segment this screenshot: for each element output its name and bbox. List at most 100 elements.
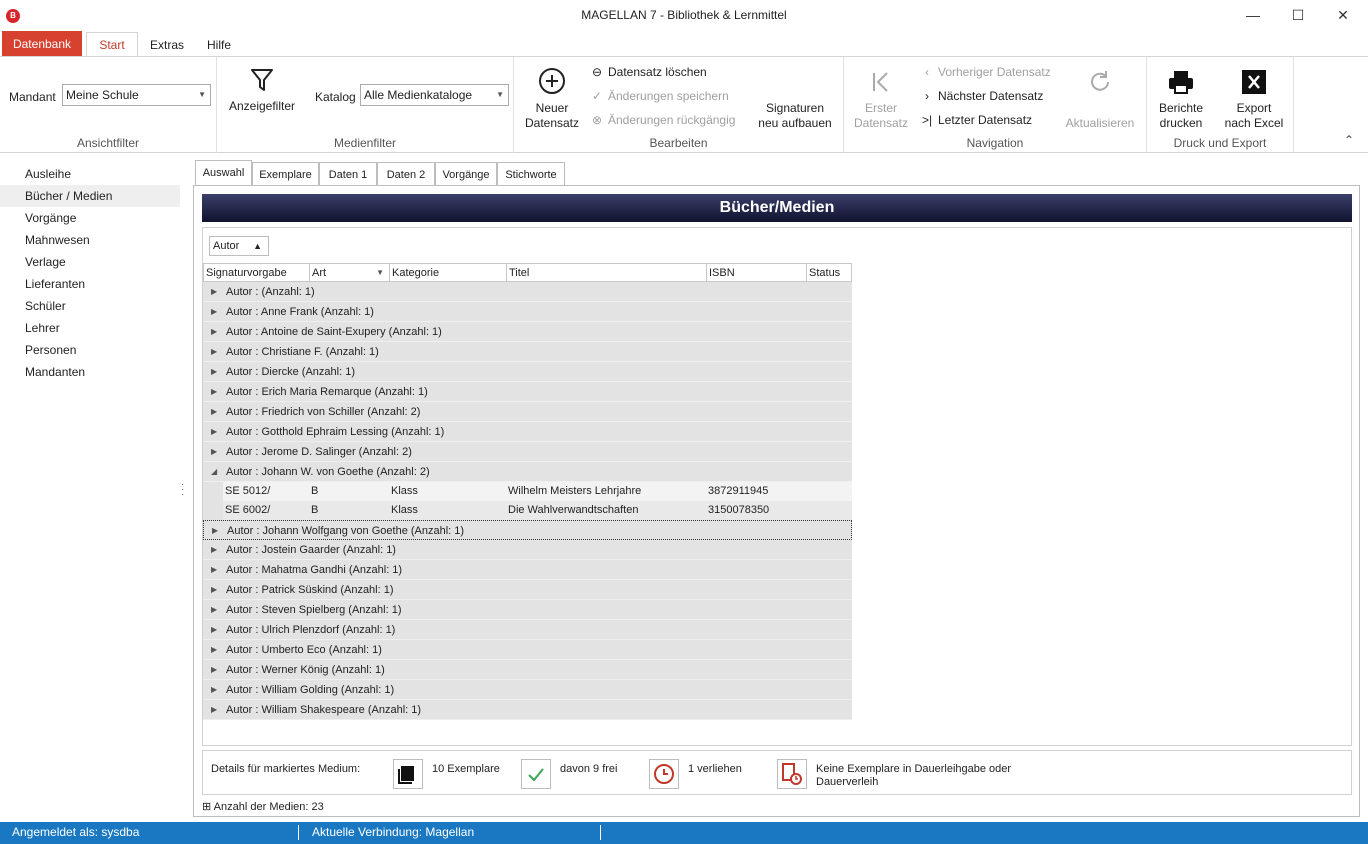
nav-item-ausleihe[interactable]: Ausleihe [0, 163, 180, 185]
group-row[interactable]: ▶ Autor : Gotthold Ephraim Lessing (Anzah… [203, 422, 852, 442]
tab-datenbank[interactable]: Datenbank [2, 31, 82, 57]
tab-daten-2[interactable]: Daten 2 [377, 162, 435, 186]
group-row[interactable]: ▶ Autor : Patrick Süskind (Anzahl: 1) [203, 580, 852, 600]
group-row[interactable]: ▶ Autor : William Golding (Anzahl: 1) [203, 680, 852, 700]
nav-item-personen[interactable]: Personen [0, 339, 180, 361]
group-row[interactable]: ▶ Autor : Johann Wolfgang von Goethe (Anz… [203, 520, 852, 540]
signaturen-button[interactable]: Signaturen neu aufbauen [750, 101, 840, 131]
group-row[interactable]: ▶ Autor : Werner König (Anzahl: 1) [203, 660, 852, 680]
export-excel-button[interactable]: Export nach Excel [1219, 69, 1289, 131]
expand-arrow-icon[interactable]: ▶ [212, 521, 218, 541]
group-druck-export: Berichte drucken Export nach Excel Druck… [1147, 57, 1294, 153]
expand-arrow-icon[interactable]: ▶ [211, 660, 217, 680]
vorheriger-datensatz-button[interactable]: ‹ Vorheriger Datensatz [920, 63, 1051, 81]
expand-arrow-icon[interactable]: ▶ [211, 680, 217, 700]
nav-item-buecher-medien[interactable]: Bücher / Medien [0, 185, 180, 207]
anzeigefilter-button[interactable]: Anzeigefilter [227, 67, 297, 114]
tab-hilfe[interactable]: Hilfe [195, 34, 243, 57]
available-check-icon [521, 759, 551, 789]
neuer-datensatz-button[interactable]: Neuer Datensatz [522, 67, 582, 131]
table-row[interactable]: SE 5012/B Klass Wilhelm Meisters Lehrjahre… [203, 482, 852, 501]
tab-exemplare[interactable]: Exemplare [252, 162, 319, 186]
cell-art: B [311, 504, 319, 516]
chevron-down-icon: ▼ [198, 90, 206, 99]
tab-extras[interactable]: Extras [138, 34, 196, 57]
group-row[interactable]: ▶ Autor : Mahatma Gandhi (Anzahl: 1) [203, 560, 852, 580]
nav-item-lieferanten[interactable]: Lieferanten [0, 273, 180, 295]
expand-arrow-icon[interactable]: ▶ [211, 402, 217, 422]
group-row[interactable]: ▶ Autor : Antoine de Saint-Exupery (Anzah… [203, 322, 852, 342]
nav-item-vorgaenge[interactable]: Vorgänge [0, 207, 180, 229]
nav-item-verlage[interactable]: Verlage [0, 251, 180, 273]
group-row[interactable]: ◢ Autor : Johann W. von Goethe (Anzahl: 2… [203, 462, 852, 482]
expand-arrow-icon[interactable]: ▶ [211, 322, 217, 342]
group-row[interactable]: ▶ Autor : Ulrich Plenzdorf (Anzahl: 1) [203, 620, 852, 640]
group-row[interactable]: ▶ Autor : Friedrich von Schiller (Anzahl:… [203, 402, 852, 422]
column-header-kategorie[interactable]: Kategorie [390, 263, 507, 282]
ribbon-tab-bar: Datenbank Start Extras Hilfe [0, 30, 1368, 58]
column-header-isbn[interactable]: ISBN [707, 263, 807, 282]
expand-arrow-icon[interactable]: ▶ [211, 442, 217, 462]
cancel-circle-icon: ⊗ [591, 113, 603, 127]
expand-arrow-icon[interactable]: ▶ [211, 422, 217, 442]
table-row[interactable]: SE 6002/B Klass Die Wahlverwandtschaften 31… [203, 501, 852, 520]
count-text: Anzahl der Medien: 23 [213, 801, 324, 813]
group-row[interactable]: ▶ Autor : Jostein Gaarder (Anzahl: 1) [203, 540, 852, 560]
katalog-select[interactable]: Alle Medienkataloge ▼ [360, 84, 509, 106]
group-row[interactable]: ▶ Autor : (Anzahl: 1) [203, 282, 852, 302]
group-row[interactable]: ▶ Autor : Christiane F. (Anzahl: 1) [203, 342, 852, 362]
collapse-ribbon-icon[interactable]: ⌃ [1344, 133, 1354, 147]
letzter-datensatz-button[interactable]: >| Letzter Datensatz [920, 111, 1032, 129]
group-row[interactable]: ▶ Autor : Anne Frank (Anzahl: 1) [203, 302, 852, 322]
tab-vorgaenge[interactable]: Vorgänge [435, 162, 497, 186]
group-row[interactable]: ▶ Autor : William Shakespeare (Anzahl: 1) [203, 700, 852, 720]
group-row[interactable]: ▶ Autor : Diercke (Anzahl: 1) [203, 362, 852, 382]
expand-arrow-icon[interactable]: ▶ [211, 640, 217, 660]
filter-icon [251, 69, 273, 91]
tab-auswahl[interactable]: Auswahl [195, 160, 252, 186]
aktualisieren-button[interactable]: Aktualisieren [1062, 69, 1138, 131]
group-by-chip[interactable]: Autor ▲ [209, 236, 269, 256]
berichte-drucken-button[interactable]: Berichte drucken [1151, 69, 1211, 131]
expand-arrow-icon[interactable]: ▶ [211, 302, 217, 322]
expand-arrow-icon[interactable]: ▶ [211, 700, 217, 720]
minimize-button[interactable]: — [1230, 0, 1276, 30]
expand-arrow-icon[interactable]: ▶ [211, 540, 217, 560]
nav-item-schueler[interactable]: Schüler [0, 295, 180, 317]
data-grid: Autor ▲ Signaturvorgabe Art ▼ Kategorie … [202, 227, 1352, 746]
datensatz-loeschen-button[interactable]: ⊖ Datensatz löschen [590, 63, 707, 81]
nav-item-lehrer[interactable]: Lehrer [0, 317, 180, 339]
naechster-datensatz-button[interactable]: › Nächster Datensatz [920, 87, 1043, 105]
column-header-status[interactable]: Status [807, 263, 852, 282]
aenderungen-rueckgaengig-button[interactable]: ⊗ Änderungen rückgängig [590, 111, 735, 129]
expand-arrow-icon[interactable]: ▶ [211, 620, 217, 640]
cell-isbn: 3150078350 [708, 504, 770, 516]
column-header-signatur[interactable]: Signaturvorgabe [203, 263, 310, 282]
tab-stichworte[interactable]: Stichworte [497, 162, 565, 186]
expand-arrow-icon[interactable]: ▶ [211, 382, 217, 402]
nav-item-mandanten[interactable]: Mandanten [0, 361, 180, 383]
tab-start[interactable]: Start [86, 32, 138, 58]
aenderungen-speichern-button[interactable]: ✓ Änderungen speichern [590, 87, 729, 105]
expand-arrow-icon[interactable]: ▶ [211, 600, 217, 620]
maximize-button[interactable]: ☐ [1275, 0, 1321, 30]
splitter-handle[interactable]: · · · [181, 480, 184, 500]
column-header-titel[interactable]: Titel [507, 263, 707, 282]
tab-daten-1[interactable]: Daten 1 [319, 162, 377, 186]
expand-arrow-icon[interactable]: ▶ [211, 282, 217, 302]
erster-datensatz-button[interactable]: Erster Datensatz [850, 69, 912, 131]
collapse-arrow-icon[interactable]: ◢ [211, 462, 217, 482]
frei-count: davon 9 frei [560, 763, 618, 775]
group-row[interactable]: ▶ Autor : Erich Maria Remarque (Anzahl: 1… [203, 382, 852, 402]
group-row[interactable]: ▶ Autor : Jerome D. Salinger (Anzahl: 2) [203, 442, 852, 462]
group-row[interactable]: ▶ Autor : Umberto Eco (Anzahl: 1) [203, 640, 852, 660]
column-header-art[interactable]: Art ▼ [310, 263, 390, 282]
expand-arrow-icon[interactable]: ▶ [211, 362, 217, 382]
close-button[interactable]: ✕ [1320, 0, 1366, 30]
expand-arrow-icon[interactable]: ▶ [211, 560, 217, 580]
mandant-select[interactable]: Meine Schule ▼ [62, 84, 211, 106]
expand-arrow-icon[interactable]: ▶ [211, 342, 217, 362]
group-row[interactable]: ▶ Autor : Steven Spielberg (Anzahl: 1) [203, 600, 852, 620]
nav-item-mahnwesen[interactable]: Mahnwesen [0, 229, 180, 251]
expand-arrow-icon[interactable]: ▶ [211, 580, 217, 600]
